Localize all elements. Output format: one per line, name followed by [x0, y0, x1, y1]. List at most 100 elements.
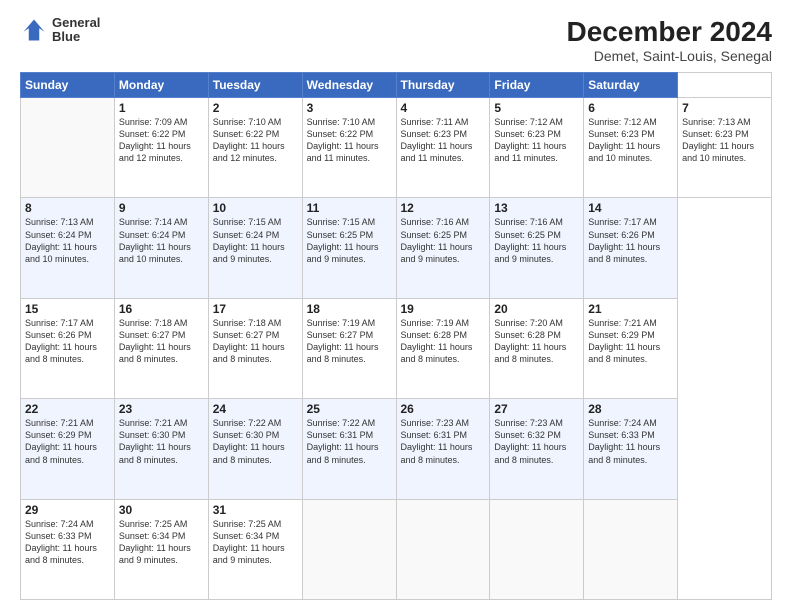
day-number: 19	[401, 302, 486, 316]
calendar-week-3: 22Sunrise: 7:21 AMSunset: 6:29 PMDayligh…	[21, 399, 772, 499]
day-info: Sunrise: 7:20 AMSunset: 6:28 PMDaylight:…	[494, 317, 579, 366]
logo-icon	[20, 16, 48, 44]
day-info: Sunrise: 7:18 AMSunset: 6:27 PMDaylight:…	[119, 317, 204, 366]
calendar-cell: 16Sunrise: 7:18 AMSunset: 6:27 PMDayligh…	[114, 298, 208, 398]
day-number: 31	[213, 503, 298, 517]
calendar-cell: 6Sunrise: 7:12 AMSunset: 6:23 PMDaylight…	[584, 98, 678, 198]
logo-line1: General	[52, 16, 100, 30]
calendar-week-2: 15Sunrise: 7:17 AMSunset: 6:26 PMDayligh…	[21, 298, 772, 398]
day-header-tuesday: Tuesday	[208, 73, 302, 98]
calendar-cell: 20Sunrise: 7:20 AMSunset: 6:28 PMDayligh…	[490, 298, 584, 398]
day-info: Sunrise: 7:21 AMSunset: 6:30 PMDaylight:…	[119, 417, 204, 466]
day-number: 1	[119, 101, 204, 115]
day-number: 8	[25, 201, 110, 215]
calendar-cell: 4Sunrise: 7:11 AMSunset: 6:23 PMDaylight…	[396, 98, 490, 198]
calendar-cell: 18Sunrise: 7:19 AMSunset: 6:27 PMDayligh…	[302, 298, 396, 398]
day-number: 12	[401, 201, 486, 215]
day-info: Sunrise: 7:18 AMSunset: 6:27 PMDaylight:…	[213, 317, 298, 366]
title-block: December 2024 Demet, Saint-Louis, Senega…	[567, 16, 772, 64]
day-info: Sunrise: 7:19 AMSunset: 6:27 PMDaylight:…	[307, 317, 392, 366]
day-header-sunday: Sunday	[21, 73, 115, 98]
calendar-cell: 26Sunrise: 7:23 AMSunset: 6:31 PMDayligh…	[396, 399, 490, 499]
day-number: 13	[494, 201, 579, 215]
calendar-cell: 5Sunrise: 7:12 AMSunset: 6:23 PMDaylight…	[490, 98, 584, 198]
day-header-saturday: Saturday	[584, 73, 678, 98]
calendar-cell	[490, 499, 584, 599]
calendar-cell	[21, 98, 115, 198]
day-info: Sunrise: 7:10 AMSunset: 6:22 PMDaylight:…	[213, 116, 298, 165]
calendar-cell: 12Sunrise: 7:16 AMSunset: 6:25 PMDayligh…	[396, 198, 490, 298]
day-info: Sunrise: 7:15 AMSunset: 6:25 PMDaylight:…	[307, 216, 392, 265]
calendar-cell: 8Sunrise: 7:13 AMSunset: 6:24 PMDaylight…	[21, 198, 115, 298]
day-number: 23	[119, 402, 204, 416]
day-number: 18	[307, 302, 392, 316]
day-info: Sunrise: 7:15 AMSunset: 6:24 PMDaylight:…	[213, 216, 298, 265]
day-info: Sunrise: 7:11 AMSunset: 6:23 PMDaylight:…	[401, 116, 486, 165]
day-number: 30	[119, 503, 204, 517]
header: General Blue December 2024 Demet, Saint-…	[20, 16, 772, 64]
day-info: Sunrise: 7:12 AMSunset: 6:23 PMDaylight:…	[494, 116, 579, 165]
day-number: 26	[401, 402, 486, 416]
day-number: 7	[682, 101, 767, 115]
day-header-thursday: Thursday	[396, 73, 490, 98]
calendar-cell: 27Sunrise: 7:23 AMSunset: 6:32 PMDayligh…	[490, 399, 584, 499]
day-info: Sunrise: 7:23 AMSunset: 6:31 PMDaylight:…	[401, 417, 486, 466]
calendar-cell	[396, 499, 490, 599]
day-info: Sunrise: 7:25 AMSunset: 6:34 PMDaylight:…	[213, 518, 298, 567]
calendar-cell	[584, 499, 678, 599]
calendar-cell: 24Sunrise: 7:22 AMSunset: 6:30 PMDayligh…	[208, 399, 302, 499]
day-number: 25	[307, 402, 392, 416]
calendar-cell: 23Sunrise: 7:21 AMSunset: 6:30 PMDayligh…	[114, 399, 208, 499]
calendar-cell: 9Sunrise: 7:14 AMSunset: 6:24 PMDaylight…	[114, 198, 208, 298]
day-info: Sunrise: 7:16 AMSunset: 6:25 PMDaylight:…	[401, 216, 486, 265]
day-info: Sunrise: 7:13 AMSunset: 6:24 PMDaylight:…	[25, 216, 110, 265]
day-number: 27	[494, 402, 579, 416]
calendar-title: December 2024	[567, 16, 772, 48]
logo-line2: Blue	[52, 30, 100, 44]
calendar-cell: 28Sunrise: 7:24 AMSunset: 6:33 PMDayligh…	[584, 399, 678, 499]
calendar-cell: 7Sunrise: 7:13 AMSunset: 6:23 PMDaylight…	[678, 98, 772, 198]
day-info: Sunrise: 7:25 AMSunset: 6:34 PMDaylight:…	[119, 518, 204, 567]
calendar-cell: 25Sunrise: 7:22 AMSunset: 6:31 PMDayligh…	[302, 399, 396, 499]
calendar-cell: 30Sunrise: 7:25 AMSunset: 6:34 PMDayligh…	[114, 499, 208, 599]
day-number: 15	[25, 302, 110, 316]
day-info: Sunrise: 7:16 AMSunset: 6:25 PMDaylight:…	[494, 216, 579, 265]
day-number: 22	[25, 402, 110, 416]
day-header-friday: Friday	[490, 73, 584, 98]
logo-text: General Blue	[52, 16, 100, 45]
calendar-cell: 19Sunrise: 7:19 AMSunset: 6:28 PMDayligh…	[396, 298, 490, 398]
calendar-cell: 10Sunrise: 7:15 AMSunset: 6:24 PMDayligh…	[208, 198, 302, 298]
day-number: 28	[588, 402, 673, 416]
calendar-cell: 11Sunrise: 7:15 AMSunset: 6:25 PMDayligh…	[302, 198, 396, 298]
day-number: 4	[401, 101, 486, 115]
day-info: Sunrise: 7:12 AMSunset: 6:23 PMDaylight:…	[588, 116, 673, 165]
calendar-week-0: 1Sunrise: 7:09 AMSunset: 6:22 PMDaylight…	[21, 98, 772, 198]
page: General Blue December 2024 Demet, Saint-…	[0, 0, 792, 612]
day-number: 5	[494, 101, 579, 115]
calendar-table: SundayMondayTuesdayWednesdayThursdayFrid…	[20, 72, 772, 600]
day-info: Sunrise: 7:21 AMSunset: 6:29 PMDaylight:…	[588, 317, 673, 366]
day-number: 14	[588, 201, 673, 215]
calendar-week-4: 29Sunrise: 7:24 AMSunset: 6:33 PMDayligh…	[21, 499, 772, 599]
day-info: Sunrise: 7:21 AMSunset: 6:29 PMDaylight:…	[25, 417, 110, 466]
day-info: Sunrise: 7:17 AMSunset: 6:26 PMDaylight:…	[588, 216, 673, 265]
day-info: Sunrise: 7:23 AMSunset: 6:32 PMDaylight:…	[494, 417, 579, 466]
day-info: Sunrise: 7:09 AMSunset: 6:22 PMDaylight:…	[119, 116, 204, 165]
calendar-cell: 2Sunrise: 7:10 AMSunset: 6:22 PMDaylight…	[208, 98, 302, 198]
day-number: 16	[119, 302, 204, 316]
day-info: Sunrise: 7:22 AMSunset: 6:31 PMDaylight:…	[307, 417, 392, 466]
day-info: Sunrise: 7:14 AMSunset: 6:24 PMDaylight:…	[119, 216, 204, 265]
calendar-cell: 22Sunrise: 7:21 AMSunset: 6:29 PMDayligh…	[21, 399, 115, 499]
calendar-cell: 29Sunrise: 7:24 AMSunset: 6:33 PMDayligh…	[21, 499, 115, 599]
day-info: Sunrise: 7:24 AMSunset: 6:33 PMDaylight:…	[588, 417, 673, 466]
calendar-cell: 14Sunrise: 7:17 AMSunset: 6:26 PMDayligh…	[584, 198, 678, 298]
calendar-header-row: SundayMondayTuesdayWednesdayThursdayFrid…	[21, 73, 772, 98]
calendar-cell: 15Sunrise: 7:17 AMSunset: 6:26 PMDayligh…	[21, 298, 115, 398]
day-number: 24	[213, 402, 298, 416]
day-number: 10	[213, 201, 298, 215]
calendar-cell: 31Sunrise: 7:25 AMSunset: 6:34 PMDayligh…	[208, 499, 302, 599]
day-header-monday: Monday	[114, 73, 208, 98]
calendar-week-1: 8Sunrise: 7:13 AMSunset: 6:24 PMDaylight…	[21, 198, 772, 298]
day-info: Sunrise: 7:13 AMSunset: 6:23 PMDaylight:…	[682, 116, 767, 165]
day-info: Sunrise: 7:19 AMSunset: 6:28 PMDaylight:…	[401, 317, 486, 366]
